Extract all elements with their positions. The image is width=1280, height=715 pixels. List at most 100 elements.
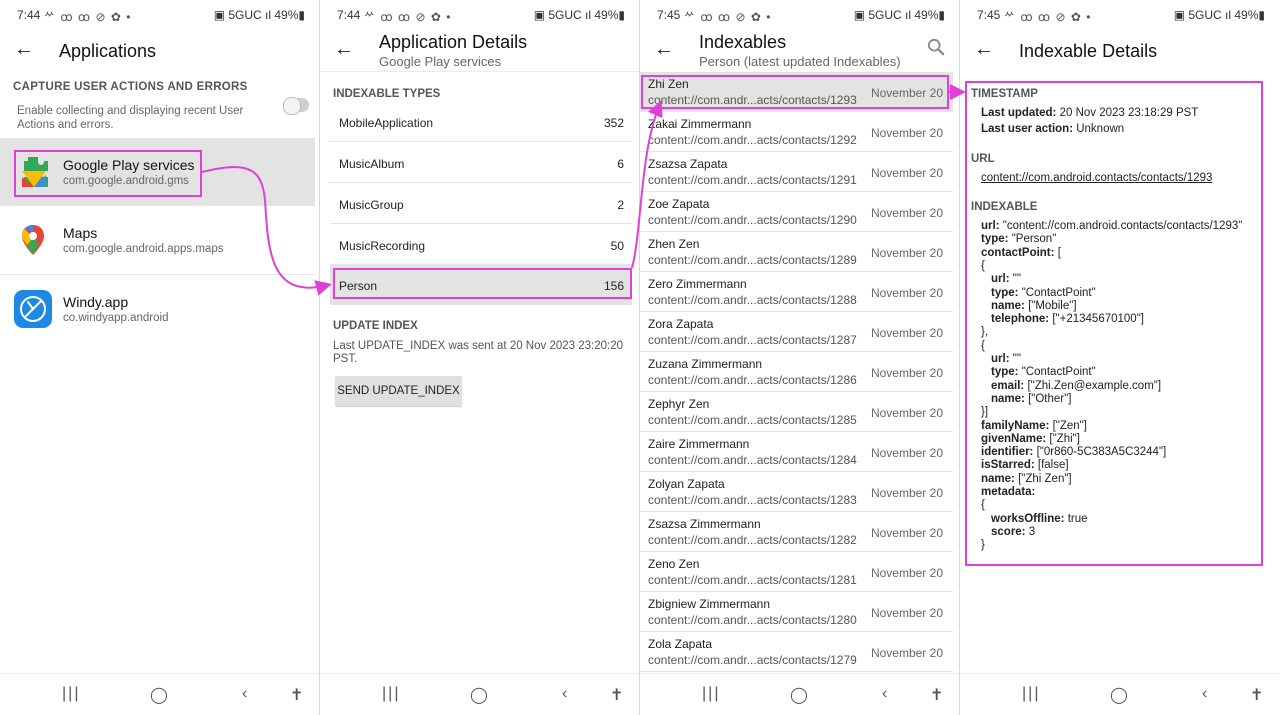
indexable-row[interactable]: Zakai Zimmermann content://com.andr...act… <box>640 112 953 152</box>
indexable-uri: content://com.andr...acts/contacts/1285 <box>648 413 857 427</box>
indexable-uri: content://com.andr...acts/contacts/1292 <box>648 133 857 147</box>
indexable-row[interactable]: Zsazsa Zimmermann content://com.andr...ac… <box>640 512 953 552</box>
json-key: identifier: <box>981 446 1034 459</box>
update-heading: UPDATE INDEX <box>333 320 418 332</box>
app-row-windy[interactable]: Windy.app co.windyapp.android <box>0 275 315 343</box>
notification-icons: ᄽ ꝏ ꝏ ⊘ ✿ • <box>364 10 452 24</box>
json-value: ["0r860-5C383A5C3244"] <box>1036 446 1167 459</box>
capture-toggle[interactable] <box>283 97 309 115</box>
indexable-row[interactable]: Zero Zimmermann content://com.andr...acts… <box>640 272 953 312</box>
json-line: name: ["Zhi Zen"] <box>981 473 1072 485</box>
accessibility-icon[interactable]: ✝ <box>610 685 623 705</box>
recents-icon[interactable]: ||| <box>62 685 80 703</box>
home-icon[interactable]: ◯ <box>1110 685 1128 705</box>
json-value: "Person" <box>1011 233 1057 246</box>
accessibility-icon[interactable]: ✝ <box>930 685 943 705</box>
indexable-row[interactable]: Zeno Zen content://com.andr...acts/contac… <box>640 552 953 592</box>
type-label: Person <box>339 279 378 293</box>
indexable-row-selected[interactable]: Zhi Zen content://com.andr...acts/contact… <box>640 72 953 112</box>
system-nav-bar: ||| ◯ ‹ ✝ <box>640 673 959 715</box>
app-name: Windy.app <box>63 294 129 310</box>
indexable-row[interactable]: Zsazsa Zapata content://com.andr...acts/c… <box>640 152 953 192</box>
indexable-date: November 20 <box>870 486 943 500</box>
home-icon[interactable]: ◯ <box>470 685 488 705</box>
indexable-name: Zoe Zapata <box>648 197 710 211</box>
indexable-date: November 20 <box>870 646 943 660</box>
back-arrow-icon[interactable]: ← <box>14 38 34 61</box>
json-line: metadata: <box>981 486 1035 498</box>
json-value: ["Zen"] <box>1052 419 1087 432</box>
indexable-row[interactable]: Zbigniew Zimmermann content://com.andr...… <box>640 592 953 632</box>
nav-back-icon[interactable]: ‹ <box>562 685 567 703</box>
maps-pin-icon <box>22 225 44 255</box>
indexables-screen: 7:45 ᄽ ꝏ ꝏ ⊘ ✿ • ▣ 5GUC ıl 49%▮ ← Indexa… <box>640 0 959 715</box>
accessibility-icon[interactable]: ✝ <box>290 685 303 705</box>
indexable-row[interactable]: Zolyan Zapata content://com.andr...acts/c… <box>640 472 953 512</box>
system-nav-bar: ||| ◯ ‹ ✝ <box>960 673 1279 715</box>
type-row[interactable]: MusicAlbum 6 <box>330 143 632 183</box>
indexable-row[interactable]: Zuzana Zimmermann content://com.andr...ac… <box>640 352 953 392</box>
home-icon[interactable]: ◯ <box>790 685 808 705</box>
json-line: name: ["Mobile"] <box>991 300 1077 312</box>
app-row-google-play-services[interactable]: Google Play services com.google.android.… <box>0 138 315 206</box>
indexable-name: Zhen Zen <box>648 237 700 251</box>
status-time: 7:45 <box>657 8 681 22</box>
app-name: Google Play services <box>63 157 195 173</box>
indexable-url-link[interactable]: content://com.android.contacts/contacts/… <box>981 172 1212 184</box>
type-row[interactable]: MobileApplication 352 <box>330 102 632 142</box>
json-value: "" <box>1012 353 1021 365</box>
json-value: } <box>981 539 985 552</box>
page-title: Applications <box>59 41 157 61</box>
recents-icon[interactable]: ||| <box>382 685 400 703</box>
indexable-name: Zsazsa Zapata <box>648 157 728 171</box>
app-bar: ← Indexables Person (latest updated Inde… <box>640 28 959 72</box>
json-value: { <box>981 499 985 512</box>
notification-icons: ᄽ ꝏ ꝏ ⊘ ✿ • <box>44 10 132 24</box>
type-row[interactable]: MusicGroup 2 <box>330 184 632 224</box>
json-value: [false] <box>1037 459 1069 472</box>
type-label: MobileApplication <box>339 116 434 130</box>
type-row[interactable]: MusicRecording 50 <box>330 225 632 265</box>
back-arrow-icon[interactable]: ← <box>334 38 354 61</box>
app-package: com.google.android.apps.maps <box>63 243 224 255</box>
indexable-uri: content://com.andr...acts/contacts/1279 <box>648 653 857 667</box>
json-line: score: 3 <box>991 526 1035 538</box>
indexable-uri: content://com.andr...acts/contacts/1287 <box>648 333 857 347</box>
indexable-row[interactable]: Zola Zapata content://com.andr...acts/con… <box>640 632 953 672</box>
indexable-row[interactable]: Zora Zapata content://com.andr...acts/con… <box>640 312 953 352</box>
search-icon[interactable] <box>927 38 945 56</box>
home-icon[interactable]: ◯ <box>150 685 168 705</box>
app-row-maps[interactable]: Maps com.google.android.apps.maps <box>0 206 315 274</box>
recents-icon[interactable]: ||| <box>1022 685 1040 703</box>
json-key: score: <box>991 525 1026 538</box>
indexable-date: November 20 <box>870 286 943 300</box>
page-title: Application Details <box>379 32 528 52</box>
nav-back-icon[interactable]: ‹ <box>1202 685 1207 703</box>
indexable-row[interactable]: Zhen Zen content://com.andr...acts/contac… <box>640 232 953 272</box>
recents-icon[interactable]: ||| <box>702 685 720 703</box>
page-title: Indexables <box>699 32 787 52</box>
send-update-index-button[interactable]: SEND UPDATE_INDEX <box>335 376 462 406</box>
app-package: com.google.android.gms <box>63 175 189 187</box>
json-value: ["Other"] <box>1028 392 1072 405</box>
status-right: ▣ 5GUC ıl 49%▮ <box>533 8 625 22</box>
back-arrow-icon[interactable]: ← <box>974 38 994 61</box>
json-line: url: "" <box>991 273 1021 285</box>
nav-back-icon[interactable]: ‹ <box>242 685 247 703</box>
indexable-name: Zbigniew Zimmermann <box>648 597 771 611</box>
json-line: url: "" <box>991 353 1021 365</box>
page-title: Indexable Details <box>1019 41 1158 61</box>
indexable-row[interactable]: Zephyr Zen content://com.andr...acts/cont… <box>640 392 953 432</box>
back-arrow-icon[interactable]: ← <box>654 38 674 61</box>
nav-back-icon[interactable]: ‹ <box>882 685 887 703</box>
indexable-row[interactable]: Zaire Zimmermann content://com.andr...act… <box>640 432 953 472</box>
indexable-details-screen: 7:45 ᄽ ꝏ ꝏ ⊘ ✿ • ▣ 5GUC ıl 49%▮ ← Indexa… <box>960 0 1279 715</box>
indexable-name: Zolyan Zapata <box>648 477 725 491</box>
indexable-row[interactable]: Zoe Zapata content://com.andr...acts/cont… <box>640 192 953 232</box>
status-time: 7:44 <box>17 8 41 22</box>
indexable-uri: content://com.andr...acts/contacts/1288 <box>648 293 857 307</box>
type-row-person[interactable]: Person 156 <box>330 265 632 305</box>
indexable-name: Zuzana Zimmermann <box>648 357 763 371</box>
json-value: { <box>981 339 985 352</box>
accessibility-icon[interactable]: ✝ <box>1250 685 1263 705</box>
